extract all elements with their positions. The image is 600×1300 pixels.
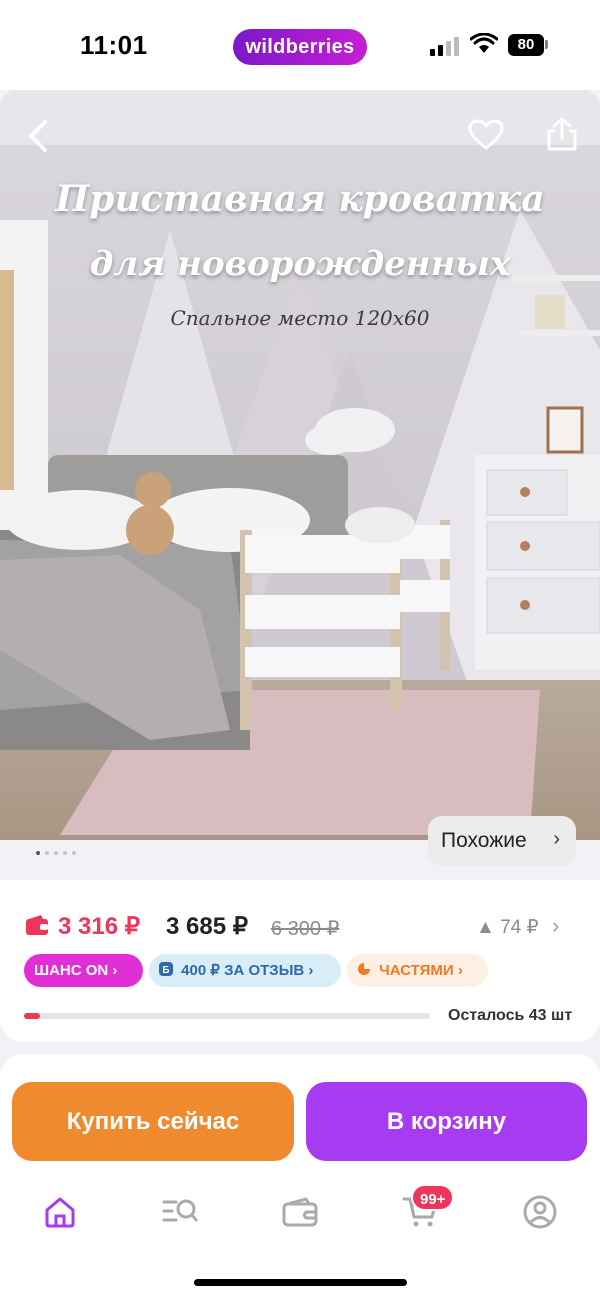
status-bar: 11:01 wildberries 80	[0, 0, 600, 90]
tab-home[interactable]	[30, 1180, 90, 1244]
chance-label: ШАНС ON	[34, 962, 109, 979]
wallet-icon	[26, 915, 48, 935]
carousel-dot[interactable]	[36, 851, 40, 855]
pie-chart-icon	[357, 955, 371, 988]
buy-now-button[interactable]: Купить сейчас	[12, 1082, 294, 1161]
home-indicator	[194, 1279, 407, 1286]
signal-icon	[430, 34, 462, 56]
back-icon	[29, 120, 47, 152]
stock-progress-bar	[24, 1013, 430, 1019]
installments-label: ЧАСТЯМИ	[379, 962, 454, 979]
battery-tip	[545, 40, 548, 49]
search-catalog-icon	[162, 1199, 198, 1222]
carousel-dot[interactable]	[72, 851, 76, 855]
wallet-price: 3 316 ₽	[58, 913, 140, 940]
similar-button[interactable]: Похожие ›	[428, 816, 576, 866]
image-subtitle: Спальное место 120х60	[170, 306, 430, 330]
similar-label: Похожие	[441, 829, 527, 852]
cart-count-badge: 99+	[411, 1184, 455, 1211]
carousel-dots	[36, 851, 76, 855]
wallet-tab-icon	[282, 1197, 318, 1227]
stock-remaining: Осталось 43 шт	[448, 1007, 573, 1024]
chance-on-badge[interactable]: ШАНС ON ›	[24, 954, 143, 987]
tab-wallet[interactable]	[270, 1180, 330, 1244]
heart-icon	[468, 119, 504, 150]
review-bonus-label: 400 ₽ ЗА ОТЗЫВ	[181, 962, 305, 979]
carousel-dot[interactable]	[63, 851, 67, 855]
status-time: 11:01	[80, 30, 148, 60]
chevron-right-icon: ›	[553, 828, 560, 850]
home-icon	[45, 1197, 75, 1228]
profile-icon	[523, 1195, 557, 1229]
tab-bar	[0, 1180, 600, 1244]
price-change[interactable]: ▲ 74 ₽	[476, 916, 539, 939]
tab-catalog[interactable]	[150, 1180, 210, 1244]
bonus-icon: Б	[159, 955, 173, 988]
favorite-button[interactable]	[462, 111, 510, 159]
installments-badge[interactable]: ЧАСТЯМИ ›	[347, 954, 488, 987]
carousel-dot[interactable]	[45, 851, 49, 855]
review-bonus-badge[interactable]: Б 400 ₽ ЗА ОТЗЫВ ›	[149, 954, 341, 987]
tab-profile[interactable]	[510, 1180, 570, 1244]
back-button[interactable]	[14, 112, 62, 160]
chevron-right-icon[interactable]: ›	[552, 913, 559, 939]
svg-text:Б: Б	[162, 965, 169, 976]
chevron-right-icon: ›	[112, 962, 118, 979]
stock-progress-fill	[24, 1013, 41, 1019]
app-logo-badge[interactable]: wildberries	[233, 29, 367, 65]
chevron-right-icon: ›	[308, 962, 314, 979]
old-price: 6 300 ₽	[271, 918, 340, 940]
image-title-line1: Приставная кроватка	[55, 178, 545, 220]
product-screen: 11:01 wildberries 80 Приставная кроватка…	[0, 0, 600, 1300]
carousel-dot[interactable]	[54, 851, 58, 855]
share-icon	[547, 117, 577, 151]
wifi-icon	[470, 33, 498, 53]
add-to-cart-button[interactable]: В корзину	[306, 1082, 587, 1161]
product-image-carousel[interactable]: Приставная кроватка для новорожденных Сп…	[0, 90, 600, 840]
chevron-right-icon: ›	[457, 962, 463, 979]
current-price: 3 685 ₽	[166, 913, 248, 940]
battery-indicator: 80	[508, 34, 544, 56]
share-button[interactable]	[538, 110, 586, 158]
image-title-line2: для новорожденных	[89, 244, 511, 284]
